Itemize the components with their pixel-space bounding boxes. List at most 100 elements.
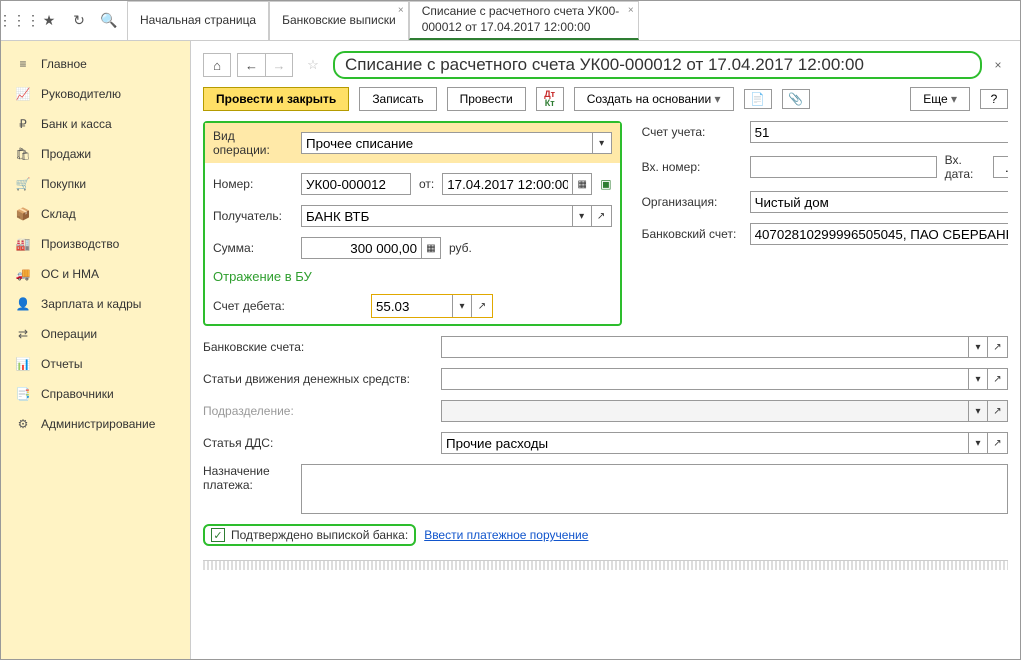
- purpose-input[interactable]: [301, 464, 1008, 514]
- form-area: Вид операции: ▾ Номер: от:: [203, 121, 1008, 659]
- open-icon[interactable]: ↗: [472, 295, 492, 317]
- tab-label: Списание с расчетного счета УК00-000012 …: [422, 4, 626, 35]
- tab-strip: Начальная страница Банковские выписки× С…: [127, 1, 639, 40]
- purpose-row: Назначение платежа:: [203, 464, 1008, 514]
- division-input: [441, 400, 968, 422]
- search-icon[interactable]: 🔍: [95, 7, 123, 35]
- sidebar-item-warehouse[interactable]: 📦Склад: [1, 199, 190, 229]
- save-button[interactable]: Записать: [359, 87, 436, 111]
- recipient-input[interactable]: [301, 205, 572, 227]
- topbar-left: ⋮⋮⋮ ★ ↻ 🔍: [1, 1, 127, 40]
- bank-accounts-label: Банковские счета:: [203, 340, 433, 354]
- op-type-row: Вид операции: ▾: [205, 123, 620, 163]
- open-icon[interactable]: ↗: [988, 432, 1008, 454]
- chart-icon: 📈: [15, 87, 31, 101]
- division-row: Подразделение: ▾ ↗: [203, 400, 1008, 422]
- inc-date-input[interactable]: [993, 156, 1008, 178]
- bank-account-input[interactable]: [750, 223, 1008, 245]
- account-input[interactable]: [750, 121, 1008, 143]
- bank-account-label: Банковский счет:: [642, 227, 742, 241]
- open-icon[interactable]: ↗: [988, 368, 1008, 390]
- history-icon[interactable]: ↻: [65, 7, 93, 35]
- cart-icon: 🛒: [15, 177, 31, 191]
- top-bar: ⋮⋮⋮ ★ ↻ 🔍 Начальная страница Банковские …: [1, 1, 1020, 41]
- sum-input[interactable]: [301, 237, 421, 259]
- attach-button[interactable]: 📎: [782, 89, 810, 109]
- tab-writeoff[interactable]: Списание с расчетного счета УК00-000012 …: [409, 1, 639, 40]
- calendar-icon[interactable]: ▦: [572, 173, 592, 195]
- sidebar-item-label: Главное: [41, 57, 87, 71]
- close-icon[interactable]: ×: [398, 4, 404, 17]
- sidebar-item-label: Производство: [41, 237, 119, 251]
- section-bu-title: Отражение в БУ: [213, 269, 612, 284]
- tab-bank-statements[interactable]: Банковские выписки×: [269, 1, 409, 40]
- forward-button[interactable]: →: [265, 53, 293, 77]
- tab-label: Банковские выписки: [282, 13, 396, 29]
- print-button[interactable]: 📄: [744, 89, 772, 109]
- bank-accounts-input[interactable]: [441, 336, 968, 358]
- close-icon[interactable]: ×: [628, 4, 634, 17]
- star-icon[interactable]: ★: [35, 7, 63, 35]
- posted-icon: ▣: [600, 177, 611, 191]
- close-button[interactable]: ×: [988, 58, 1008, 72]
- inc-date-label: Вх. дата:: [945, 153, 985, 181]
- sidebar-item-reports[interactable]: 📊 Отчеты: [1, 349, 190, 379]
- debit-account-input[interactable]: [372, 295, 452, 317]
- sidebar-item-bank[interactable]: ₽Банк и касса: [1, 109, 190, 139]
- inc-number-input[interactable]: [750, 156, 937, 178]
- dropdown-icon[interactable]: ▾: [452, 295, 472, 317]
- resize-handle[interactable]: [203, 560, 1008, 570]
- create-based-button[interactable]: Создать на основании: [574, 87, 734, 111]
- back-button[interactable]: ←: [237, 53, 265, 77]
- sidebar-item-label: Отчеты: [41, 357, 82, 371]
- apps-icon[interactable]: ⋮⋮⋮: [5, 7, 33, 35]
- recipient-row: Получатель: ▾ ↗: [213, 205, 612, 227]
- favorite-button[interactable]: ☆: [299, 53, 327, 77]
- sidebar-item-manager[interactable]: 📈Руководителю: [1, 79, 190, 109]
- home-button[interactable]: ⌂: [203, 53, 231, 77]
- inc-number-label: Вх. номер:: [642, 160, 742, 174]
- number-input[interactable]: [301, 173, 411, 195]
- highlighted-group: Вид операции: ▾ Номер: от:: [203, 121, 622, 326]
- sidebar-item-label: Операции: [41, 327, 97, 341]
- sidebar-item-main[interactable]: ≡Главное: [1, 49, 190, 79]
- open-icon[interactable]: ↗: [592, 205, 612, 227]
- tab-home[interactable]: Начальная страница: [127, 1, 269, 40]
- dropdown-icon[interactable]: ▾: [968, 432, 988, 454]
- sidebar-item-catalogs[interactable]: 📑Справочники: [1, 379, 190, 409]
- sidebar-item-production[interactable]: 🏭Производство: [1, 229, 190, 259]
- post-button[interactable]: Провести: [447, 87, 526, 111]
- more-button[interactable]: Еще: [910, 87, 970, 111]
- dds-input[interactable]: [441, 432, 968, 454]
- dropdown-icon[interactable]: ▾: [968, 368, 988, 390]
- number-row: Номер: от: ▦ ▣: [213, 173, 612, 195]
- title-bar: ⌂ ← → ☆ Списание с расчетного счета УК00…: [203, 51, 1008, 79]
- op-type-input[interactable]: [301, 132, 592, 154]
- cashflow-items-input[interactable]: [441, 368, 968, 390]
- sum-label: Сумма:: [213, 241, 293, 255]
- post-close-button[interactable]: Провести и закрыть: [203, 87, 349, 111]
- org-input[interactable]: [750, 191, 1008, 213]
- op-type-label: Вид операции:: [213, 129, 293, 157]
- dropdown-icon[interactable]: ▾: [592, 132, 612, 154]
- sidebar: ≡Главное 📈Руководителю ₽Банк и касса 🛍Пр…: [1, 41, 191, 659]
- dtkt-button[interactable]: ДтКт: [536, 87, 564, 111]
- sidebar-item-operations[interactable]: ⇄Операции: [1, 319, 190, 349]
- ot-label: от:: [419, 177, 434, 191]
- date-input[interactable]: [442, 173, 572, 195]
- sidebar-item-assets[interactable]: 🚚ОС и НМА: [1, 259, 190, 289]
- dropdown-icon: ▾: [968, 400, 988, 422]
- sidebar-item-admin[interactable]: ⚙Администрирование: [1, 409, 190, 439]
- sum-row: Сумма: ▦ руб.: [213, 237, 612, 259]
- barchart-icon: 📊: [15, 357, 31, 371]
- open-icon[interactable]: ↗: [988, 336, 1008, 358]
- sidebar-item-payroll[interactable]: 👤Зарплата и кадры: [1, 289, 190, 319]
- confirmed-checkbox[interactable]: ✓: [211, 528, 225, 542]
- dropdown-icon[interactable]: ▾: [572, 205, 592, 227]
- dropdown-icon[interactable]: ▾: [968, 336, 988, 358]
- sidebar-item-purchases[interactable]: 🛒Покупки: [1, 169, 190, 199]
- calculator-icon[interactable]: ▦: [421, 237, 441, 259]
- sidebar-item-sales[interactable]: 🛍Продажи: [1, 139, 190, 169]
- enter-payment-link[interactable]: Ввести платежное поручение: [424, 528, 588, 542]
- help-button[interactable]: ?: [980, 89, 1008, 109]
